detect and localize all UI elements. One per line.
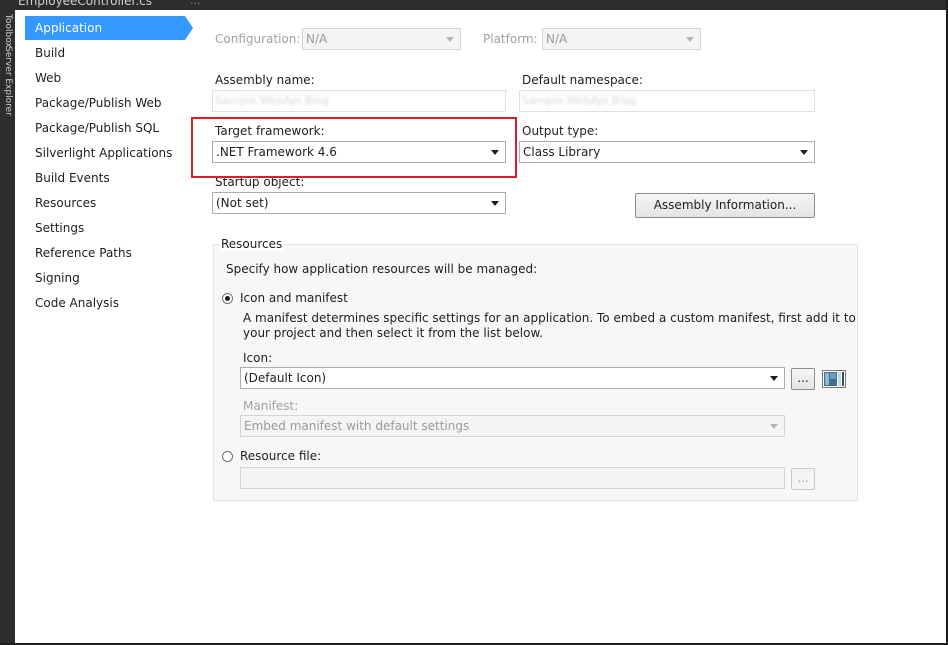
icon-dropdown[interactable]: (Default Icon) [240, 367, 785, 389]
resource-file-field[interactable] [240, 467, 785, 489]
output-type-dropdown[interactable]: Class Library [519, 141, 815, 163]
selected-tab-arrow-icon [185, 16, 193, 40]
startup-object-dropdown[interactable]: (Not set) [212, 192, 506, 214]
server-explorer-tab[interactable]: Server Explorer [1, 46, 13, 116]
sidebar-item-package-publish-web[interactable]: Package/Publish Web [35, 93, 162, 113]
platform-label: Platform: [483, 32, 538, 46]
resource-file-browse-button[interactable]: ... [791, 468, 815, 490]
configuration-dropdown[interactable]: N/A [302, 28, 461, 50]
assembly-name-field[interactable]: Sample.WebApi.Blog [212, 90, 506, 112]
sidebar-item-silverlight-applications[interactable]: Silverlight Applications [35, 143, 172, 163]
resources-group-title: Resources [219, 237, 285, 251]
sidebar-item-resources[interactable]: Resources [35, 193, 96, 213]
icon-preview-icon [822, 370, 846, 388]
highlight-box [191, 117, 517, 178]
configuration-label: Configuration: [215, 32, 301, 46]
assembly-name-label: Assembly name: [215, 73, 315, 87]
resources-description: Specify how application resources will b… [226, 262, 538, 276]
sidebar-item-build[interactable]: Build [35, 43, 65, 63]
resource-file-label[interactable]: Resource file: [240, 449, 321, 463]
sidebar-item-web[interactable]: Web [35, 68, 61, 88]
chevron-down-icon [446, 37, 454, 42]
chevron-down-icon [770, 424, 778, 429]
sidebar-item-signing[interactable]: Signing [35, 268, 80, 288]
document-tab[interactable]: EmployeeController.cs [18, 0, 152, 8]
manifest-dropdown[interactable]: Embed manifest with default settings [240, 415, 785, 437]
icon-value: (Default Icon) [244, 371, 327, 385]
icon-label: Icon: [243, 351, 273, 365]
resource-file-radio[interactable] [222, 451, 233, 462]
startup-object-value: (Not set) [216, 196, 269, 210]
platform-dropdown[interactable]: N/A [542, 28, 701, 50]
sidebar-item-settings[interactable]: Settings [35, 218, 84, 238]
sidebar-item-code-analysis[interactable]: Code Analysis [35, 293, 119, 313]
sidebar-item-build-events[interactable]: Build Events [35, 168, 110, 188]
manifest-value: Embed manifest with default settings [244, 419, 470, 433]
assembly-name-value: Sample.WebApi.Blog [215, 94, 330, 107]
icon-browse-button[interactable]: ... [791, 368, 815, 390]
radio-selected-dot [225, 296, 230, 301]
output-type-label: Output type: [522, 124, 599, 138]
document-tab-2[interactable]: ... [190, 0, 201, 7]
chevron-down-icon [770, 376, 778, 381]
default-namespace-label: Default namespace: [522, 73, 643, 87]
default-namespace-value: Sample.WebApi.Blog [522, 94, 637, 107]
sidebar-item-reference-paths[interactable]: Reference Paths [35, 243, 132, 263]
icon-and-manifest-label[interactable]: Icon and manifest [240, 291, 348, 305]
assembly-information-button[interactable]: Assembly Information... [635, 193, 815, 218]
manifest-label: Manifest: [243, 399, 299, 413]
platform-value: N/A [546, 32, 568, 46]
icon-manifest-help-line-2: your project and then select it from the… [243, 326, 543, 340]
chevron-down-icon [686, 37, 694, 42]
chevron-down-icon [800, 150, 808, 155]
toolbox-tab[interactable]: Toolbox [1, 14, 13, 48]
icon-and-manifest-radio[interactable] [222, 293, 233, 304]
chevron-down-icon [491, 201, 499, 206]
icon-manifest-help-line-1: A manifest determines specific settings … [243, 311, 856, 325]
output-type-value: Class Library [523, 145, 601, 159]
configuration-value: N/A [306, 32, 328, 46]
sidebar-item-package-publish-sql[interactable]: Package/Publish SQL [35, 118, 159, 138]
default-namespace-field[interactable]: Sample.WebApi.Blog [519, 90, 815, 112]
sidebar-item-label: Application [35, 21, 103, 35]
